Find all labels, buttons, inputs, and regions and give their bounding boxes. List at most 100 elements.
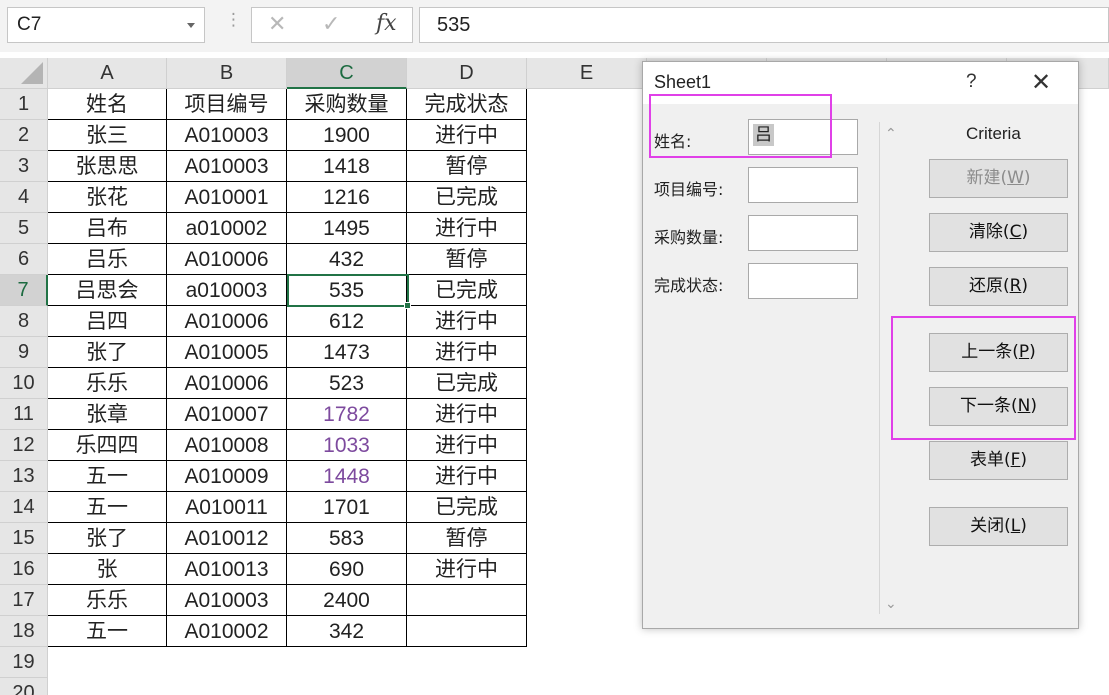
table-cell[interactable]: A010012 bbox=[167, 523, 287, 554]
table-cell[interactable]: 1448 bbox=[287, 461, 407, 492]
table-cell[interactable]: 乐四四 bbox=[48, 430, 167, 461]
table-cell[interactable]: 进行中 bbox=[407, 213, 527, 244]
close-button[interactable]: 关闭(L) bbox=[929, 507, 1068, 546]
table-cell[interactable]: 1216 bbox=[287, 182, 407, 213]
table-cell[interactable]: 1033 bbox=[287, 430, 407, 461]
table-cell[interactable]: 吕思会 bbox=[48, 275, 167, 306]
table-cell[interactable]: A010006 bbox=[167, 244, 287, 275]
scroll-down-icon[interactable]: ⌄ bbox=[885, 596, 897, 612]
column-header-e[interactable]: E bbox=[527, 58, 647, 89]
table-cell[interactable]: 张章 bbox=[48, 399, 167, 430]
table-cell[interactable]: 已完成 bbox=[407, 182, 527, 213]
new-button[interactable]: 新建(W) bbox=[929, 159, 1068, 198]
table-cell[interactable]: 432 bbox=[287, 244, 407, 275]
table-cell[interactable]: 已完成 bbox=[407, 368, 527, 399]
table-cell[interactable]: 采购数量 bbox=[287, 89, 407, 120]
table-cell[interactable]: 进行中 bbox=[407, 554, 527, 585]
table-cell[interactable]: 690 bbox=[287, 554, 407, 585]
table-cell[interactable]: 进行中 bbox=[407, 399, 527, 430]
table-cell[interactable]: 2400 bbox=[287, 585, 407, 616]
table-cell[interactable]: A010009 bbox=[167, 461, 287, 492]
table-cell[interactable]: 进行中 bbox=[407, 120, 527, 151]
table-cell[interactable]: 吕四 bbox=[48, 306, 167, 337]
previous-record-button[interactable]: 上一条(P) bbox=[929, 333, 1068, 372]
table-cell[interactable]: 暂停 bbox=[407, 523, 527, 554]
table-cell[interactable]: A010001 bbox=[167, 182, 287, 213]
row-header-5[interactable]: 5 bbox=[0, 213, 48, 244]
table-cell[interactable]: A010008 bbox=[167, 430, 287, 461]
table-cell[interactable]: 1473 bbox=[287, 337, 407, 368]
row-header-11[interactable]: 11 bbox=[0, 399, 48, 430]
table-cell[interactable]: 1782 bbox=[287, 399, 407, 430]
fill-handle[interactable] bbox=[404, 302, 411, 309]
table-cell[interactable]: A010007 bbox=[167, 399, 287, 430]
table-cell[interactable]: A010011 bbox=[167, 492, 287, 523]
row-header-17[interactable]: 17 bbox=[0, 585, 48, 616]
cancel-icon[interactable]: ✕ bbox=[268, 12, 286, 37]
table-cell[interactable]: 张了 bbox=[48, 523, 167, 554]
table-cell[interactable]: a010003 bbox=[167, 275, 287, 306]
table-cell[interactable]: 进行中 bbox=[407, 430, 527, 461]
table-cell[interactable] bbox=[407, 585, 527, 616]
row-header-2[interactable]: 2 bbox=[0, 120, 48, 151]
table-cell[interactable]: 吕布 bbox=[48, 213, 167, 244]
table-cell[interactable]: A010005 bbox=[167, 337, 287, 368]
table-cell[interactable]: 完成状态 bbox=[407, 89, 527, 120]
table-cell[interactable]: 暂停 bbox=[407, 151, 527, 182]
row-header-13[interactable]: 13 bbox=[0, 461, 48, 492]
project-id-field[interactable] bbox=[748, 167, 858, 203]
table-cell[interactable]: 张了 bbox=[48, 337, 167, 368]
next-record-button[interactable]: 下一条(N) bbox=[929, 387, 1068, 426]
table-cell[interactable]: A010013 bbox=[167, 554, 287, 585]
status-field[interactable] bbox=[748, 263, 858, 299]
row-header-12[interactable]: 12 bbox=[0, 430, 48, 461]
table-cell[interactable]: 乐乐 bbox=[48, 368, 167, 399]
table-cell[interactable]: A010006 bbox=[167, 306, 287, 337]
table-cell[interactable]: A010003 bbox=[167, 151, 287, 182]
row-header-18[interactable]: 18 bbox=[0, 616, 48, 647]
table-cell[interactable]: 612 bbox=[287, 306, 407, 337]
column-header-c[interactable]: C bbox=[287, 58, 407, 89]
table-cell[interactable]: 进行中 bbox=[407, 306, 527, 337]
table-cell[interactable]: A010003 bbox=[167, 585, 287, 616]
table-cell[interactable]: 张 bbox=[48, 554, 167, 585]
table-cell[interactable]: 张三 bbox=[48, 120, 167, 151]
table-cell[interactable]: A010003 bbox=[167, 120, 287, 151]
column-header-b[interactable]: B bbox=[167, 58, 287, 89]
table-cell[interactable]: 五一 bbox=[48, 492, 167, 523]
row-header-14[interactable]: 14 bbox=[0, 492, 48, 523]
help-icon[interactable]: ? bbox=[966, 71, 977, 93]
table-cell[interactable]: 项目编号 bbox=[167, 89, 287, 120]
table-cell[interactable]: 五一 bbox=[48, 616, 167, 647]
column-header-a[interactable]: A bbox=[48, 58, 167, 89]
scroll-up-icon[interactable]: ⌃ bbox=[885, 126, 897, 142]
table-cell[interactable]: 535 bbox=[287, 275, 407, 306]
clear-button[interactable]: 清除(C) bbox=[929, 213, 1068, 252]
table-cell[interactable]: 张思思 bbox=[48, 151, 167, 182]
restore-button[interactable]: 还原(R) bbox=[929, 267, 1068, 306]
name-box[interactable]: C7 bbox=[7, 7, 205, 43]
table-cell[interactable]: 523 bbox=[287, 368, 407, 399]
table-cell[interactable]: A010006 bbox=[167, 368, 287, 399]
chevron-down-icon[interactable] bbox=[187, 23, 195, 28]
table-cell[interactable]: 已完成 bbox=[407, 492, 527, 523]
table-cell[interactable]: 吕乐 bbox=[48, 244, 167, 275]
record-scrollbar[interactable] bbox=[879, 122, 880, 614]
table-cell[interactable]: 暂停 bbox=[407, 244, 527, 275]
row-header-19[interactable]: 19 bbox=[0, 647, 48, 678]
table-cell[interactable]: 已完成 bbox=[407, 275, 527, 306]
row-header-15[interactable]: 15 bbox=[0, 523, 48, 554]
more-options-icon[interactable]: ⋮ bbox=[225, 12, 242, 29]
table-cell[interactable]: 进行中 bbox=[407, 337, 527, 368]
form-button[interactable]: 表单(F) bbox=[929, 441, 1068, 480]
close-icon[interactable]: ✕ bbox=[1031, 70, 1051, 94]
table-cell[interactable]: 1418 bbox=[287, 151, 407, 182]
table-cell[interactable]: 1495 bbox=[287, 213, 407, 244]
name-field[interactable]: 吕 bbox=[748, 119, 858, 155]
row-header-3[interactable]: 3 bbox=[0, 151, 48, 182]
table-cell[interactable]: 进行中 bbox=[407, 461, 527, 492]
table-cell[interactable]: a010002 bbox=[167, 213, 287, 244]
table-cell[interactable]: 1900 bbox=[287, 120, 407, 151]
table-cell[interactable]: 张花 bbox=[48, 182, 167, 213]
row-header-10[interactable]: 10 bbox=[0, 368, 48, 399]
